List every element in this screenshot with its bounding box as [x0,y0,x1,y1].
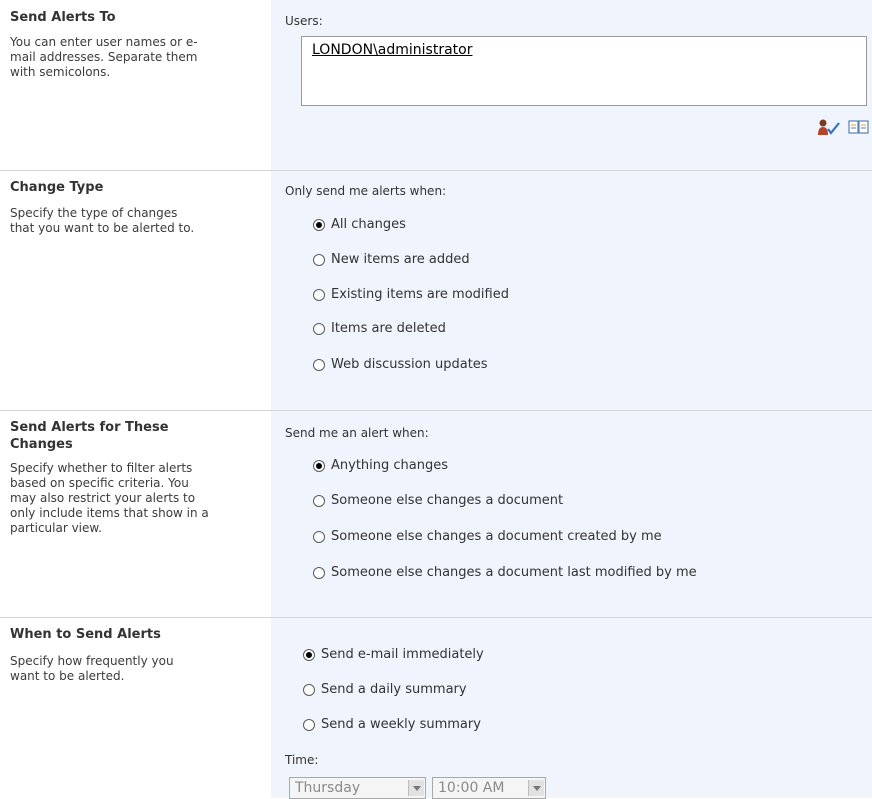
check-names-icon[interactable] [817,118,841,140]
address-book-icon[interactable] [848,119,870,139]
radio-button[interactable] [303,683,315,696]
section-divider [0,410,872,411]
filter-changes-description: Specify whether to filter alerts based o… [10,461,209,535]
radio-label: Someone else changes a document [331,493,564,508]
when-to-send-description: Specify how frequently you want to be al… [10,654,174,683]
filter-changes-prompt: Send me an alert when: [285,426,429,440]
radio-label: Send a weekly summary [321,717,481,732]
day-select-value: Thursday [295,780,361,796]
radio-send-immediately[interactable]: Send e-mail immediately [303,647,484,662]
change-type-title: Change Type [10,180,104,195]
radio-label: All changes [331,217,406,232]
radio-label: Web discussion updates [331,357,488,372]
radio-button[interactable] [303,718,315,731]
radio-someone-else-changes-created-by-me[interactable]: Someone else changes a document created … [313,529,662,544]
time-label: Time: [285,753,319,767]
radio-button[interactable] [313,322,325,335]
radio-button[interactable] [313,530,325,543]
radio-button[interactable] [313,566,325,579]
radio-label: Someone else changes a document last mod… [331,565,697,580]
radio-someone-else-changes-last-modified-by-me[interactable]: Someone else changes a document last mod… [313,565,697,580]
radio-button[interactable] [313,288,325,301]
change-type-description: Specify the type of changes that you wan… [10,206,195,235]
radio-someone-else-changes[interactable]: Someone else changes a document [313,493,563,508]
users-value: LONDON\administrator [312,42,473,58]
time-select[interactable]: 10:00 AM [432,777,546,799]
users-label: Users: [285,14,323,28]
filter-changes-title: Send Alerts for These Changes [10,420,169,452]
radio-label: New items are added [331,252,470,267]
radio-button[interactable] [313,218,325,231]
radio-label: Existing items are modified [331,287,509,302]
users-input[interactable]: LONDON\administrator [301,36,867,106]
section-divider [0,170,872,171]
radio-label: Send a daily summary [321,682,467,697]
radio-daily-summary[interactable]: Send a daily summary [303,682,467,697]
radio-weekly-summary[interactable]: Send a weekly summary [303,717,481,732]
radio-web-discussion-updates[interactable]: Web discussion updates [313,357,488,372]
radio-existing-items-modified[interactable]: Existing items are modified [313,287,509,302]
radio-button[interactable] [313,459,325,472]
radio-label: Send e-mail immediately [321,647,484,662]
radio-button[interactable] [313,358,325,371]
send-alerts-to-title: Send Alerts To [10,10,116,25]
radio-anything-changes[interactable]: Anything changes [313,458,448,473]
radio-button[interactable] [303,648,315,661]
chevron-down-icon[interactable] [528,780,544,796]
section-divider [0,617,872,618]
change-type-prompt: Only send me alerts when: [285,184,447,198]
radio-button[interactable] [313,253,325,266]
send-alerts-to-description: You can enter user names or e- mail addr… [10,35,198,79]
radio-label: Items are deleted [331,321,446,336]
when-to-send-title: When to Send Alerts [10,627,161,642]
section-field-column [271,0,872,798]
radio-all-changes[interactable]: All changes [313,217,406,232]
radio-items-deleted[interactable]: Items are deleted [313,321,446,336]
time-select-value: 10:00 AM [438,780,505,796]
chevron-down-icon[interactable] [408,780,424,796]
day-select[interactable]: Thursday [289,777,426,799]
radio-label: Someone else changes a document created … [331,529,662,544]
radio-button[interactable] [313,494,325,507]
radio-label: Anything changes [331,458,449,473]
radio-new-items-added[interactable]: New items are added [313,252,470,267]
